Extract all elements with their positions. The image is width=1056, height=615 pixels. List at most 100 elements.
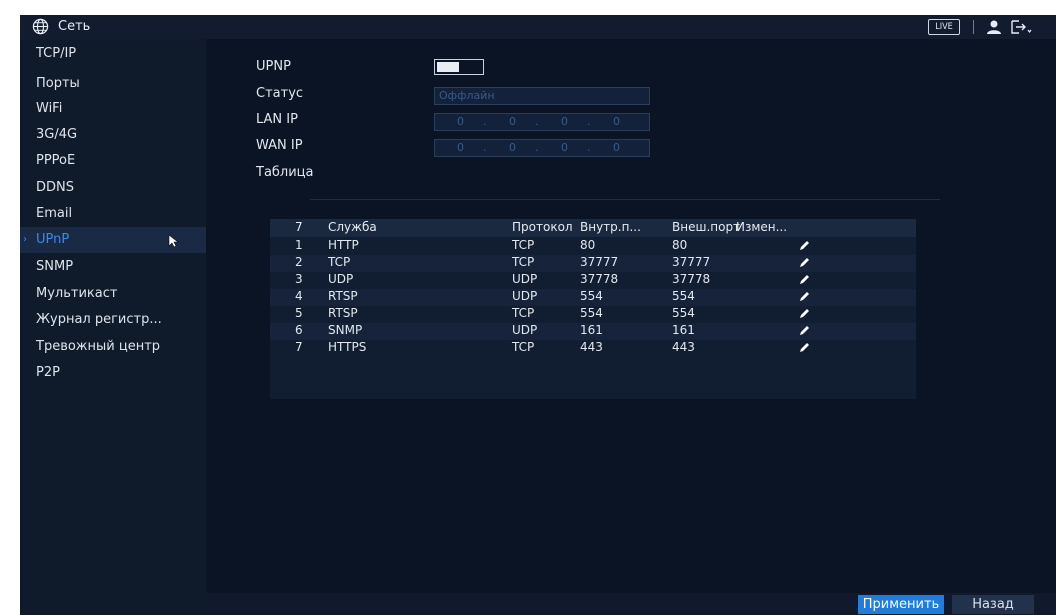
row-protocol: TCP <box>512 306 535 320</box>
page-title: Сеть <box>58 19 91 34</box>
sidebar-item-multicast[interactable]: Мультикаст <box>20 281 206 307</box>
row-internal-port: 37777 <box>580 255 619 269</box>
ip-octet: 0 <box>457 115 464 128</box>
bottom-bar: Применить Назад <box>206 593 1056 615</box>
toggle-knob <box>437 62 459 72</box>
row-index: 4 <box>295 289 303 303</box>
user-icon[interactable] <box>986 19 1002 35</box>
sidebar-item-3g4g[interactable]: 3G/4G <box>20 122 206 148</box>
lan-ip-field: 0 . 0 . 0 . 0 <box>434 113 650 131</box>
edit-pencil-icon[interactable] <box>798 257 810 269</box>
row-external-port: 443 <box>672 340 695 354</box>
sidebar-item-label: SNMP <box>36 259 74 274</box>
lan-ip-label: LAN IP <box>256 112 298 127</box>
table-row[interactable]: 3 UDP UDP 37778 37778 <box>270 272 916 289</box>
sidebar-item-label: TCP/IP <box>36 46 77 61</box>
sidebar-item-pppoe[interactable]: PPPoE <box>20 148 206 174</box>
sidebar-item-label: 3G/4G <box>36 127 78 142</box>
wan-ip-label: WAN IP <box>256 138 303 153</box>
row-index: 2 <box>295 255 303 269</box>
row-external-port: 554 <box>672 289 695 303</box>
ip-octet: 0 <box>613 141 620 154</box>
row-index: 5 <box>295 306 303 320</box>
sidebar-item-label: DDNS <box>36 180 74 195</box>
row-protocol: TCP <box>512 255 535 269</box>
row-protocol: UDP <box>512 323 538 337</box>
sidebar-item-label: PPPoE <box>36 153 76 168</box>
toolbar-divider <box>973 20 974 34</box>
back-button[interactable]: Назад <box>952 595 1034 614</box>
upnp-label: UPNP <box>256 59 291 74</box>
sidebar-item-ddns[interactable]: DDNS <box>20 175 206 201</box>
row-index: 3 <box>295 272 303 286</box>
sidebar-item-email[interactable]: Email <box>20 201 206 227</box>
row-external-port: 161 <box>672 323 695 337</box>
header-internal-port[interactable]: Внутр.п... <box>580 220 641 234</box>
row-index: 7 <box>295 340 303 354</box>
sidebar-item-label: Журнал регистр... <box>36 312 162 327</box>
sidebar-item-ports[interactable]: Порты <box>20 71 206 97</box>
sidebar-item-label: Порты <box>36 76 80 91</box>
sidebar-item-alarm-center[interactable]: Тревожный центр <box>20 334 206 360</box>
row-external-port: 37778 <box>672 272 711 286</box>
sidebar-item-wifi[interactable]: WiFi <box>20 96 206 122</box>
ip-octet: 0 <box>613 115 620 128</box>
row-protocol: TCP <box>512 238 535 252</box>
active-arrow-icon: › <box>23 234 27 245</box>
sidebar-item-tcpip[interactable]: TCP/IP <box>20 41 206 67</box>
table-row[interactable]: 6 SNMP UDP 161 161 <box>270 323 916 340</box>
upnp-mapping-table: 7 Служба Протокол Внутр.п... Внеш.порт И… <box>270 219 916 399</box>
ip-octet: 0 <box>457 141 464 154</box>
edit-pencil-icon[interactable] <box>798 274 810 286</box>
logout-icon[interactable] <box>1010 19 1032 35</box>
row-internal-port: 37778 <box>580 272 619 286</box>
table-row[interactable]: 5 RTSP TCP 554 554 <box>270 306 916 323</box>
sidebar-item-label: UPnP <box>36 232 70 247</box>
table-row[interactable]: 1 HTTP TCP 80 80 <box>270 238 916 255</box>
ip-dot: . <box>587 141 591 154</box>
sidebar-item-snmp[interactable]: SNMP <box>20 254 206 280</box>
row-external-port: 80 <box>672 238 688 252</box>
edit-pencil-icon[interactable] <box>798 291 810 303</box>
sidebar-item-p2p[interactable]: P2P <box>20 360 206 386</box>
sidebar-item-label: WiFi <box>36 101 63 116</box>
sidebar-item-label: Тревожный центр <box>36 339 161 354</box>
row-service: RTSP <box>328 289 358 303</box>
row-service: TCP <box>328 255 351 269</box>
header-protocol[interactable]: Протокол <box>512 220 573 234</box>
row-service: HTTPS <box>328 340 367 354</box>
live-button[interactable]: LIVE <box>928 19 960 35</box>
edit-pencil-icon[interactable] <box>798 240 810 252</box>
edit-pencil-icon[interactable] <box>798 308 810 320</box>
table-row[interactable]: 7 HTTPS TCP 443 443 <box>270 340 916 357</box>
mouse-cursor-icon <box>168 234 179 248</box>
app-window: Сеть LIVE TCP/IP Порты WiFi 3G/4G PPPoE … <box>20 15 1056 615</box>
row-service: HTTP <box>328 238 359 252</box>
status-label: Статус <box>256 86 304 101</box>
sidebar-item-registration-log[interactable]: Журнал регистр... <box>20 307 206 333</box>
row-internal-port: 554 <box>580 289 603 303</box>
upnp-toggle[interactable] <box>434 59 484 75</box>
ip-dot: . <box>587 115 591 128</box>
edit-pencil-icon[interactable] <box>798 342 810 354</box>
table-row[interactable]: 4 RTSP UDP 554 554 <box>270 289 916 306</box>
apply-button[interactable]: Применить <box>858 595 944 614</box>
row-protocol: UDP <box>512 289 538 303</box>
row-index: 1 <box>295 238 303 252</box>
sidebar-item-upnp[interactable]: › UPnP <box>20 227 206 253</box>
edit-pencil-icon[interactable] <box>798 325 810 337</box>
main-panel: UPNP Статус Оффлайн LAN IP 0 . 0 . 0 . 0… <box>206 39 1056 615</box>
globe-icon <box>32 18 49 35</box>
ip-dot: . <box>535 115 539 128</box>
header-external-port[interactable]: Внеш.порт <box>672 220 740 234</box>
table-row[interactable]: 2 TCP TCP 37777 37777 <box>270 255 916 272</box>
status-field: Оффлайн <box>434 87 650 105</box>
ip-octet: 0 <box>509 115 516 128</box>
sidebar-item-label: Мультикаст <box>36 286 118 301</box>
ip-dot: . <box>483 115 487 128</box>
row-external-port: 554 <box>672 306 695 320</box>
header-count: 7 <box>295 220 303 234</box>
ip-octet: 0 <box>561 115 568 128</box>
header-service[interactable]: Служба <box>328 220 377 234</box>
sidebar: TCP/IP Порты WiFi 3G/4G PPPoE DDNS Email… <box>20 39 206 615</box>
